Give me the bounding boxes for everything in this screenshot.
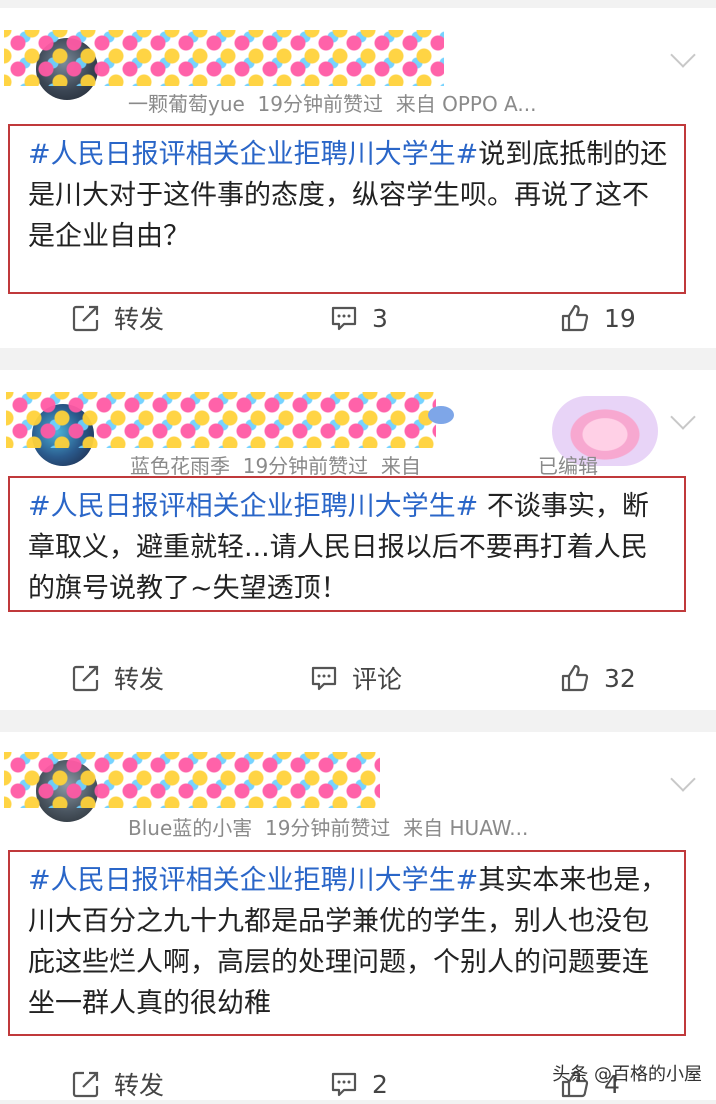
hashtag-link[interactable]: #人民日报评相关企业拒聘川大学生#: [28, 139, 478, 170]
sticker-decoration: [4, 752, 380, 808]
comment-button[interactable]: 评论: [310, 658, 402, 698]
comment-count: 2: [372, 1069, 388, 1099]
comment-button[interactable]: 3: [330, 298, 388, 338]
repost-button[interactable]: 转发: [72, 658, 164, 698]
action-bar: 转发 评论 32: [0, 658, 716, 698]
like-button[interactable]: 19: [560, 298, 636, 338]
post-text: #人民日报评相关企业拒聘川大学生# 不谈事实，断章取义，避重就轻...请人民日报…: [8, 476, 686, 612]
comment-icon: [311, 666, 337, 691]
post-meta: Blue蓝的小害 19分钟前赞过 来自 HUAW...: [128, 812, 528, 841]
post-meta: 蓝色花雨季 19分钟前赞过 来自: [130, 450, 421, 479]
device-source: 来自: [380, 454, 421, 478]
comment-icon: [331, 306, 357, 331]
like-count: 19: [604, 303, 636, 333]
repost-icon: [72, 665, 99, 692]
post-text: #人民日报评相关企业拒聘川大学生#其实本来也是，川大百分之九十九都是品学兼优的学…: [8, 850, 686, 1036]
comment-button[interactable]: 2: [330, 1064, 388, 1104]
repost-button[interactable]: 转发: [72, 1064, 164, 1104]
post-text: #人民日报评相关企业拒聘川大学生#说到底抵制的还是川大对于这件事的态度，纵容学生…: [8, 124, 686, 294]
chevron-down-icon[interactable]: [670, 404, 696, 430]
comment-count: 3: [372, 303, 388, 333]
device-source: 来自 HUAW...: [403, 816, 529, 840]
sticker-decoration: [4, 30, 444, 86]
username[interactable]: 一颗葡萄yue: [128, 92, 245, 116]
timestamp: 19分钟前赞过: [264, 816, 391, 840]
like-count: 32: [604, 663, 636, 693]
post-meta: 一颗葡萄yue 19分钟前赞过 来自 OPPO A...: [128, 88, 536, 117]
repost-icon: [72, 1071, 99, 1098]
chevron-down-icon[interactable]: [670, 42, 696, 68]
timestamp: 19分钟前赞过: [242, 454, 369, 478]
like-button[interactable]: 32: [560, 658, 636, 698]
post-card: Blue蓝的小害 19分钟前赞过 来自 HUAW... #人民日报评相关企业拒聘…: [0, 732, 716, 1100]
repost-label: 转发: [114, 1071, 165, 1100]
fish-icon: [428, 406, 454, 424]
action-bar: 转发 3 19: [0, 298, 716, 338]
username[interactable]: Blue蓝的小害: [128, 816, 252, 840]
device-source: 来自 OPPO A...: [395, 92, 537, 116]
repost-label: 转发: [114, 665, 165, 694]
hashtag-link[interactable]: #人民日报评相关企业拒聘川大学生#: [28, 865, 478, 896]
hashtag-link[interactable]: #人民日报评相关企业拒聘川大学生#: [28, 491, 478, 522]
comment-icon: [331, 1072, 357, 1097]
comment-label: 评论: [352, 665, 403, 694]
repost-label: 转发: [114, 305, 165, 334]
thumbs-up-icon: [561, 304, 589, 332]
sticker-decoration: [6, 392, 436, 448]
repost-icon: [72, 305, 99, 332]
username[interactable]: 蓝色花雨季: [130, 454, 230, 478]
thumbs-up-icon: [561, 664, 589, 692]
post-card: 一颗葡萄yue 19分钟前赞过 来自 OPPO A... #人民日报评相关企业拒…: [0, 8, 716, 348]
edited-label: 已编辑: [538, 454, 598, 478]
timestamp: 19分钟前赞过: [257, 92, 383, 116]
chevron-down-icon[interactable]: [670, 766, 696, 792]
post-card: 蓝色花雨季 19分钟前赞过 来自 已编辑 #人民日报评相关企业拒聘川大学生# 不…: [0, 370, 716, 710]
repost-button[interactable]: 转发: [72, 298, 164, 338]
watermark: 头条 @百格的小屋: [552, 1064, 702, 1085]
